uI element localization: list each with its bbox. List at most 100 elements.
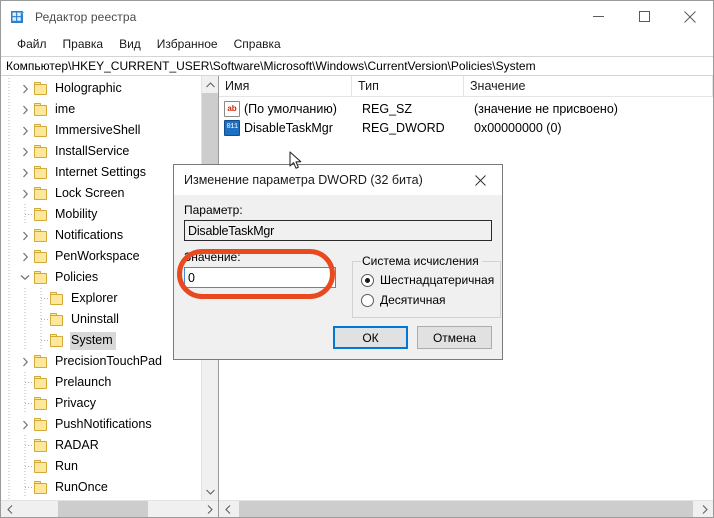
chevron-right-icon[interactable]: [17, 351, 33, 372]
tree-guide-line: [1, 351, 17, 372]
tree-item-label: RADAR: [55, 437, 99, 452]
scroll-up-icon[interactable]: [202, 76, 218, 93]
tree-item-installservice[interactable]: InstallService: [1, 141, 201, 162]
tree-item-penworkspace[interactable]: PenWorkspace: [1, 246, 201, 267]
column-header-value[interactable]: Значение: [464, 76, 713, 96]
scroll-right-icon[interactable]: [696, 501, 713, 517]
radio-decimal[interactable]: Десятичная: [361, 290, 494, 310]
column-header-type[interactable]: Тип: [352, 76, 464, 96]
tree-item-label: Run: [55, 458, 78, 473]
tree-item-label: PrecisionTouchPad: [55, 353, 163, 368]
tree-guide-line: [17, 435, 33, 456]
tree-item-system[interactable]: System: [1, 330, 201, 351]
tree-guide-line: [1, 372, 17, 393]
tree-hscroll-thumb[interactable]: [58, 501, 148, 517]
dword-value-icon: 011: [224, 119, 240, 136]
folder-icon: [49, 312, 65, 327]
chevron-right-icon[interactable]: [17, 78, 33, 99]
window-title: Редактор реестра: [35, 9, 137, 24]
tree-item-run[interactable]: Run: [1, 456, 201, 477]
radio-hexadecimal[interactable]: Шестнадцатеричная: [361, 270, 494, 290]
tree-item-radar[interactable]: RADAR: [1, 435, 201, 456]
tree-item-mobility[interactable]: Mobility: [1, 204, 201, 225]
tree-item-label: Prelaunch: [55, 374, 112, 389]
menu-item-file[interactable]: Файл: [9, 34, 55, 55]
menu-item-favorites[interactable]: Избранное: [149, 34, 226, 55]
chevron-right-icon[interactable]: [17, 99, 33, 120]
address-path: Компьютер\HKEY_CURRENT_USER\Software\Mic…: [6, 59, 536, 73]
tree-item-label: ime: [55, 101, 76, 116]
chevron-right-icon[interactable]: [17, 225, 33, 246]
dialog-title-bar: Изменение параметра DWORD (32 бита): [174, 165, 502, 195]
registry-tree[interactable]: Holographic ime ImmersiveShell InstallServi…: [1, 76, 201, 500]
ok-button[interactable]: ОК: [333, 326, 408, 349]
tree-item-prelaunch[interactable]: Prelaunch: [1, 372, 201, 393]
column-header-name[interactable]: Имя: [219, 76, 352, 96]
cancel-button[interactable]: Отмена: [417, 326, 492, 349]
chevron-right-icon[interactable]: [17, 183, 33, 204]
chevron-right-icon[interactable]: [17, 141, 33, 162]
menu-item-edit[interactable]: Правка: [55, 34, 112, 55]
tree-item-policies[interactable]: Policies: [1, 267, 201, 288]
tree-guide-line: [1, 120, 17, 141]
scroll-left-icon[interactable]: [1, 501, 18, 517]
scroll-left-icon[interactable]: [219, 501, 236, 517]
chevron-right-icon[interactable]: [17, 246, 33, 267]
maximize-icon[interactable]: [621, 1, 667, 32]
dialog-title: Изменение параметра DWORD (32 бита): [184, 173, 423, 187]
tree-item-privacy[interactable]: Privacy: [1, 393, 201, 414]
menu-item-view[interactable]: Вид: [111, 34, 149, 55]
tree-item-label: Holographic: [55, 80, 122, 95]
tree-item-uninstall[interactable]: Uninstall: [1, 309, 201, 330]
tree-item-immersiveshell[interactable]: ImmersiveShell: [1, 120, 201, 141]
address-bar[interactable]: Компьютер\HKEY_CURRENT_USER\Software\Mic…: [1, 56, 713, 76]
chevron-right-icon[interactable]: [17, 414, 33, 435]
tree-guide-line: [1, 99, 17, 120]
registry-editor-window: Редактор реестра Файл Правка Вид Избранн…: [0, 0, 714, 518]
scroll-right-icon[interactable]: [201, 501, 218, 517]
folder-icon: [33, 480, 49, 495]
tree-item-pushnotifications[interactable]: PushNotifications: [1, 414, 201, 435]
scroll-down-icon[interactable]: [202, 483, 218, 500]
chevron-down-icon[interactable]: [17, 267, 33, 288]
value-label: Значение:: [184, 250, 241, 264]
table-row[interactable]: 011 DisableTaskMgr REG_DWORD 0x00000000 (0): [219, 118, 713, 137]
list-hscroll-thumb[interactable]: [239, 501, 693, 517]
minimize-icon[interactable]: [575, 1, 621, 32]
list-hscroll-track[interactable]: [236, 501, 696, 517]
tree-item-notifications[interactable]: Notifications: [1, 225, 201, 246]
tree-item-explorer[interactable]: Explorer: [1, 288, 201, 309]
tree-hscroll-track[interactable]: [18, 501, 201, 517]
folder-icon: [33, 417, 49, 432]
tree-guide-line: [33, 309, 49, 330]
tree-item-label: PenWorkspace: [55, 248, 140, 263]
param-name-input[interactable]: [184, 220, 492, 241]
tree-item-ime[interactable]: ime: [1, 99, 201, 120]
radio-decimal-label: Десятичная: [380, 293, 446, 307]
tree-item-holographic[interactable]: Holographic: [1, 78, 201, 99]
tree-horizontal-scrollbar[interactable]: [1, 500, 218, 517]
close-icon[interactable]: [667, 1, 713, 32]
list-horizontal-scrollbar[interactable]: [219, 500, 713, 517]
tree-guide-line: [1, 204, 17, 225]
folder-icon: [33, 144, 49, 159]
tree-item-runonce[interactable]: RunOnce: [1, 477, 201, 498]
radio-button-icon[interactable]: [361, 293, 374, 307]
value-data-cell: 0x00000000 (0): [474, 120, 562, 135]
menu-item-help[interactable]: Справка: [226, 34, 289, 55]
close-icon[interactable]: [458, 165, 502, 195]
chevron-right-icon[interactable]: [17, 162, 33, 183]
tree-guide-line: [1, 183, 17, 204]
tree-guide-line: [33, 330, 49, 351]
chevron-right-icon[interactable]: [17, 120, 33, 141]
table-row[interactable]: ab (По умолчанию) REG_SZ (значение не присв…: [219, 99, 713, 118]
tree-item-label: Notifications: [55, 227, 124, 242]
value-name-cell: (По умолчанию): [244, 101, 337, 116]
tree-item-precisiontouchpad[interactable]: PrecisionTouchPad: [1, 351, 201, 372]
radio-button-icon[interactable]: [361, 273, 374, 287]
tree-guide-line: [17, 309, 33, 330]
value-input[interactable]: [184, 267, 336, 288]
value-type-cell: REG_SZ: [362, 101, 413, 116]
tree-item-lock-screen[interactable]: Lock Screen: [1, 183, 201, 204]
tree-item-internet-settings[interactable]: Internet Settings: [1, 162, 201, 183]
